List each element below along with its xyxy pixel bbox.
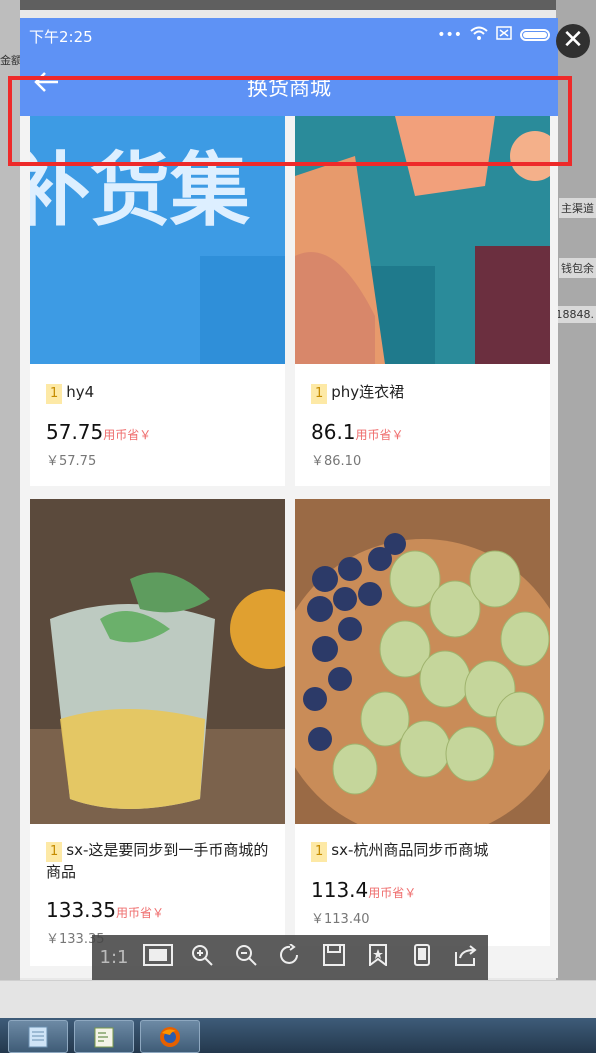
price-note: 用币省￥: [368, 886, 417, 900]
background-right-label-1: 主渠道: [559, 198, 596, 218]
image-shade: [200, 256, 285, 364]
product-price-row-2: 86.1用币省￥: [311, 420, 404, 444]
bookmark-icon[interactable]: [363, 944, 393, 971]
product-price: 133.35: [46, 898, 116, 922]
product-image-3[interactable]: [30, 499, 285, 824]
save-icon[interactable]: [319, 944, 349, 971]
rotate-icon[interactable]: [275, 943, 305, 971]
product-price: 113.4: [311, 878, 369, 902]
fruit-photo: [295, 499, 550, 824]
product-card-1[interactable]: 补货集 1 hy4 57.75用币省￥ ￥57.75: [30, 116, 285, 486]
product-card-3[interactable]: 1 sx-这是要同步到一手币商城的商品 133.35用币省￥ ￥133.35: [30, 499, 285, 966]
annotation-highlight-box: [8, 76, 572, 166]
product-tag: 1: [46, 384, 63, 404]
price-note: 用币省￥: [115, 906, 164, 920]
background-right-label-3: 18848.: [553, 306, 596, 323]
price-note: 用币省￥: [103, 428, 152, 442]
product-image-4[interactable]: [295, 499, 550, 824]
price-note: 用币省￥: [355, 428, 404, 442]
product-card-4[interactable]: 1 sx-杭州商品同步币商城 113.4用币省￥ ￥113.40: [295, 499, 550, 946]
product-original-price: ￥113.40: [311, 912, 370, 927]
product-price: 86.1: [311, 420, 356, 444]
product-tag: 1: [311, 842, 328, 862]
product-price-row-1: 57.75用币省￥: [46, 420, 151, 444]
product-tag: 1: [46, 842, 63, 862]
product-card-2[interactable]: 1 phy连衣裙 86.1用币省￥ ￥86.10: [295, 116, 550, 486]
background-titlebar: [0, 0, 596, 10]
zoom-out-icon[interactable]: [231, 944, 261, 971]
image-viewer-toolbar: 1:1: [92, 935, 488, 980]
fit-screen-icon[interactable]: [143, 944, 173, 971]
product-name-2: 1 phy连衣裙: [311, 382, 541, 404]
phone-icon[interactable]: [407, 944, 437, 971]
share-icon[interactable]: [451, 944, 481, 971]
product-price: 57.75: [46, 420, 104, 444]
taskbar-app-3[interactable]: [140, 1020, 200, 1053]
more-dots-icon: •••: [437, 27, 462, 43]
product-name-1: 1 hy4: [46, 382, 276, 404]
product-original-price: ￥57.75: [46, 454, 97, 469]
status-bar: 下午2:25 •••: [20, 18, 558, 52]
status-time: 下午2:25: [29, 28, 93, 46]
actual-size-button[interactable]: 1:1: [99, 947, 129, 968]
background-left-label: 金额: [0, 54, 22, 67]
notepadpp-icon: [94, 1027, 114, 1047]
background-footer: [0, 980, 596, 1021]
close-icon[interactable]: ✕: [556, 24, 590, 58]
firefox-icon: [160, 1026, 180, 1047]
background-right-label-2: 钱包余: [559, 258, 596, 278]
product-original-price: ￥86.10: [311, 454, 362, 469]
product-price-row-3: 133.35用币省￥: [46, 898, 164, 922]
battery-icon: [520, 29, 550, 41]
product-tag: 1: [311, 384, 328, 404]
status-icons: •••: [437, 26, 550, 44]
product-name-4: 1 sx-杭州商品同步币商城: [311, 840, 541, 862]
product-name-3: 1 sx-这是要同步到一手币商城的商品: [46, 841, 269, 881]
product-price-row-4: 113.4用币省￥: [311, 878, 416, 902]
sim-card-icon: [496, 26, 512, 44]
taskbar: [0, 1018, 596, 1053]
taskbar-app-1[interactable]: [8, 1020, 68, 1053]
notebook-icon: [28, 1026, 48, 1047]
zoom-in-icon[interactable]: [187, 944, 217, 971]
lemonade-photo: [30, 499, 285, 824]
wifi-icon: [470, 26, 488, 44]
taskbar-app-2[interactable]: [74, 1020, 134, 1053]
